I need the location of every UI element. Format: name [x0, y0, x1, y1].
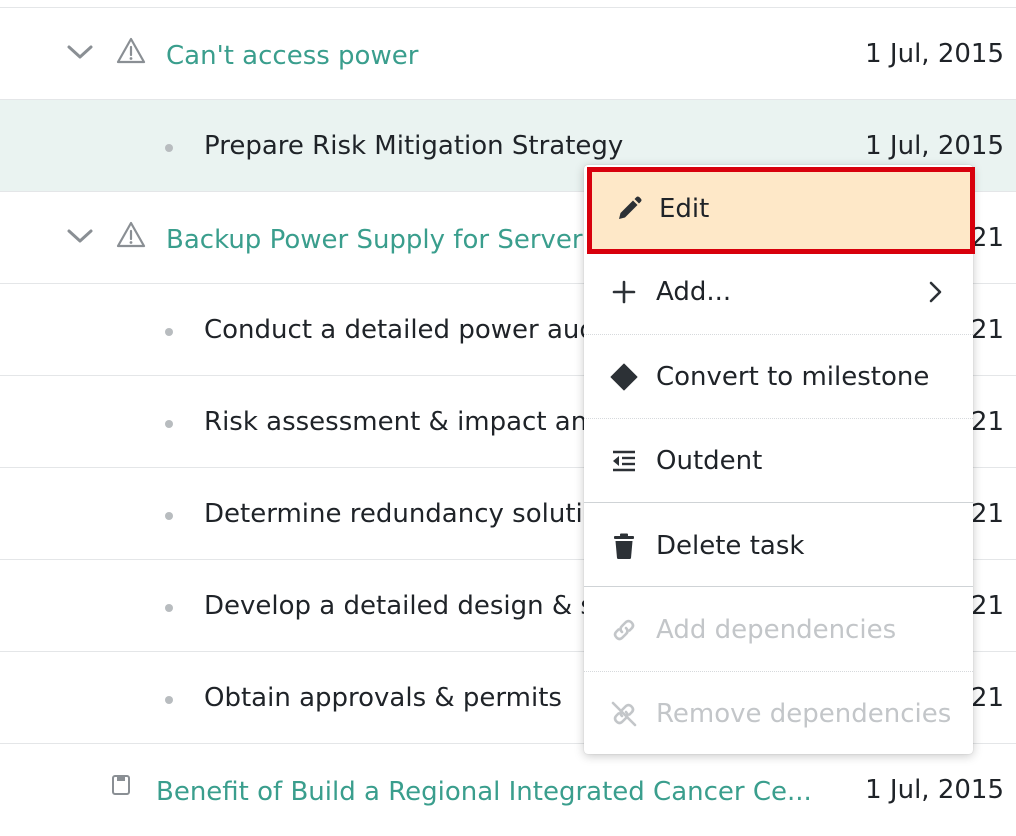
menu-item-remove-dependencies[interactable]: Remove dependencies	[584, 672, 973, 756]
unlink-icon	[611, 701, 637, 727]
link-icon	[613, 619, 635, 641]
bullet-icon	[165, 420, 173, 428]
task-date: 21	[970, 407, 1004, 437]
menu-item-convert-to-milestone[interactable]: Convert to milestone	[584, 335, 973, 419]
task-title[interactable]: Backup Power Supply for Server	[166, 225, 583, 255]
trash-icon	[614, 533, 634, 559]
bullet-icon	[165, 144, 173, 152]
menu-item-label: Remove dependencies	[656, 699, 952, 729]
task-title[interactable]: Determine redundancy solution	[204, 499, 615, 529]
bullet-icon	[165, 696, 173, 704]
menu-item-edit[interactable]: Edit	[587, 167, 975, 254]
diamond-icon	[610, 363, 638, 391]
warning-icon	[116, 37, 146, 64]
task-row[interactable]: Can't access power 1 Jul, 2015	[0, 8, 1016, 100]
task-date: 21	[970, 499, 1004, 529]
menu-separator	[584, 586, 973, 587]
menu-separator	[584, 502, 973, 503]
context-menu: Edit Add... Convert to milestone Outdent	[584, 165, 975, 756]
plus-icon	[612, 280, 636, 304]
menu-item-add-dependencies[interactable]: Add dependencies	[584, 588, 973, 672]
pencil-icon	[619, 196, 642, 219]
task-title[interactable]: Conduct a detailed power audit	[204, 315, 613, 345]
chevron-down-icon[interactable]	[66, 222, 94, 250]
menu-item-label: Add...	[656, 277, 732, 307]
menu-item-outdent[interactable]: Outdent	[584, 419, 973, 503]
task-title[interactable]: Benefit of Build a Regional Integrated C…	[156, 777, 812, 807]
task-title[interactable]: Prepare Risk Mitigation Strategy	[204, 131, 623, 161]
task-date: 1 Jul, 2015	[865, 39, 1004, 69]
task-date: 21	[970, 683, 1004, 713]
menu-item-label: Delete task	[656, 531, 805, 561]
outdent-icon	[613, 450, 635, 472]
task-title[interactable]: Develop a detailed design & spec	[204, 591, 641, 621]
warning-icon	[116, 221, 146, 248]
task-date: 21	[970, 591, 1004, 621]
task-date: 21	[970, 315, 1004, 345]
task-row[interactable]: Benefit of Build a Regional Integrated C…	[0, 744, 1016, 836]
menu-item-add[interactable]: Add...	[584, 250, 973, 334]
task-date: 21	[970, 223, 1004, 253]
menu-item-label: Add dependencies	[656, 615, 897, 645]
menu-item-delete-task[interactable]: Delete task	[584, 504, 973, 588]
task-title[interactable]: Obtain approvals & permits	[204, 683, 562, 713]
bullet-icon	[165, 604, 173, 612]
document-icon	[112, 775, 130, 795]
task-date: 1 Jul, 2015	[865, 775, 1004, 805]
bullet-icon	[165, 328, 173, 336]
bullet-icon	[165, 512, 173, 520]
task-date: 1 Jul, 2015	[865, 131, 1004, 161]
task-title[interactable]: Can't access power	[166, 41, 418, 71]
menu-item-label: Outdent	[656, 446, 763, 476]
menu-item-label: Convert to milestone	[656, 362, 930, 392]
menu-item-label: Edit	[659, 194, 710, 224]
chevron-down-icon[interactable]	[66, 38, 94, 66]
chevron-right-icon	[929, 281, 942, 303]
